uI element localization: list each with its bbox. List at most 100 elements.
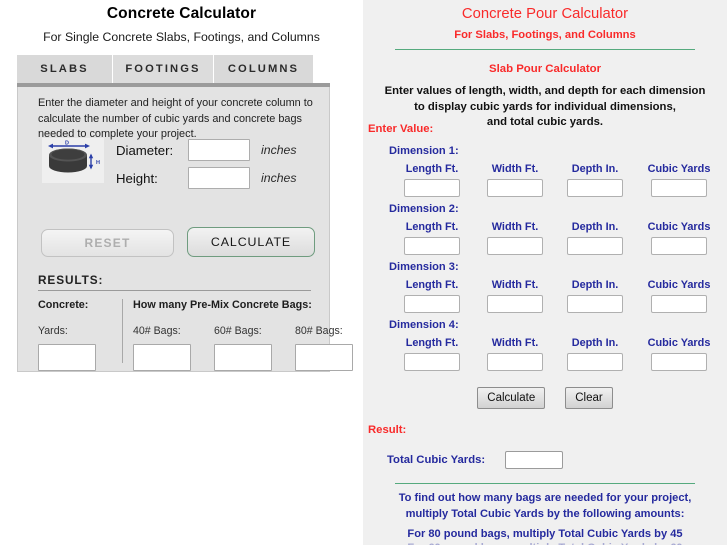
width-header-3: Width Ft. bbox=[491, 279, 539, 291]
height-unit: inches bbox=[261, 171, 297, 185]
dimension-3-block: Dimension 3: Length Ft. Width Ft. Depth … bbox=[363, 261, 727, 314]
footer-instructions: To find out how many bags are needed for… bbox=[363, 491, 727, 522]
dim1-depth-input[interactable] bbox=[567, 179, 623, 197]
dim4-length-input[interactable] bbox=[404, 353, 460, 371]
dim2-cubicyards-output[interactable] bbox=[651, 237, 707, 255]
dim3-cubicyards-output[interactable] bbox=[651, 295, 707, 313]
reset-button[interactable]: RESET bbox=[41, 229, 174, 257]
header-divider bbox=[395, 49, 695, 50]
bags-heading: How many Pre-Mix Concrete Bags: bbox=[133, 299, 312, 311]
yards-output[interactable] bbox=[38, 344, 96, 371]
dimension-1-inputs bbox=[363, 179, 727, 198]
enter-value-label: Enter Value: bbox=[368, 123, 434, 135]
dimension-4-headers: Length Ft. Width Ft. Depth In. Cubic Yar… bbox=[363, 337, 727, 349]
result-label: Result: bbox=[368, 424, 407, 436]
tab-bar: SLABS FOOTINGS COLUMNS bbox=[17, 55, 330, 83]
results-heading: RESULTS: bbox=[38, 273, 104, 287]
total-cubic-yards-output[interactable] bbox=[505, 451, 564, 469]
bag80-output[interactable] bbox=[295, 344, 353, 371]
footer-80lb-line: For 80 pound bags, multiply Total Cubic … bbox=[407, 528, 683, 540]
dim2-length-input[interactable] bbox=[404, 237, 460, 255]
cubic-yards-header-2: Cubic Yards bbox=[647, 221, 711, 233]
depth-header-3: Depth In. bbox=[571, 279, 619, 291]
dimension-4-block: Dimension 4: Length Ft. Width Ft. Depth … bbox=[363, 319, 727, 372]
pour-calculator-subtitle: For Slabs, Footings, and Columns bbox=[454, 29, 636, 41]
height-field-row: Height: inches bbox=[116, 167, 297, 189]
dimension-3-inputs bbox=[363, 295, 727, 314]
dimension-2-block: Dimension 2: Length Ft. Width Ft. Depth … bbox=[363, 203, 727, 256]
pour-clear-button[interactable]: Clear bbox=[565, 387, 613, 409]
width-header-4: Width Ft. bbox=[491, 337, 539, 349]
dim1-cubicyards-output[interactable] bbox=[651, 179, 707, 197]
depth-header-1: Depth In. bbox=[571, 163, 619, 175]
total-cubic-yards-row: Total Cubic Yards: bbox=[387, 451, 564, 469]
length-header-2: Length Ft. bbox=[405, 221, 459, 233]
depth-header-4: Depth In. bbox=[571, 337, 619, 349]
results-divider bbox=[38, 290, 311, 291]
height-input[interactable] bbox=[188, 167, 250, 189]
bag80-label: 80# Bags: bbox=[295, 325, 343, 337]
bag60-label: 60# Bags: bbox=[214, 325, 262, 337]
bag60-output[interactable] bbox=[214, 344, 272, 371]
cubic-yards-header-3: Cubic Yards bbox=[647, 279, 711, 291]
footer-line-2: multiply Total Cubic Yards by the follow… bbox=[405, 507, 685, 520]
width-header-2: Width Ft. bbox=[491, 221, 539, 233]
diameter-unit: inches bbox=[261, 143, 297, 157]
page-subtitle: For Single Concrete Slabs, Footings, and… bbox=[43, 30, 320, 44]
bags-labels-row: 40# Bags: 60# Bags: 80# Bags: bbox=[133, 325, 353, 337]
dim1-width-input[interactable] bbox=[487, 179, 543, 197]
dimension-1-label: Dimension 1: bbox=[389, 145, 459, 157]
dimension-2-inputs bbox=[363, 237, 727, 256]
instruction-line-1: Enter values of length, width, and depth… bbox=[384, 85, 706, 97]
footer-divider bbox=[395, 483, 695, 484]
diameter-field-row: Diameter: inches bbox=[116, 139, 297, 161]
dim3-depth-input[interactable] bbox=[567, 295, 623, 313]
length-header-1: Length Ft. bbox=[405, 163, 459, 175]
diameter-label: Diameter: bbox=[116, 142, 174, 158]
bag40-output[interactable] bbox=[133, 344, 191, 371]
calculate-button[interactable]: CALCULATE bbox=[187, 227, 315, 257]
tab-slabs[interactable]: SLABS bbox=[17, 55, 113, 83]
dimension-4-inputs bbox=[363, 353, 727, 372]
dim1-length-input[interactable] bbox=[404, 179, 460, 197]
svg-text:H: H bbox=[96, 160, 100, 166]
tab-columns[interactable]: COLUMNS bbox=[214, 55, 313, 83]
concrete-label: Concrete: bbox=[38, 299, 89, 311]
page-title: Concrete Calculator bbox=[106, 5, 257, 22]
diameter-input[interactable] bbox=[188, 139, 250, 161]
dim2-depth-input[interactable] bbox=[567, 237, 623, 255]
depth-header-2: Depth In. bbox=[571, 221, 619, 233]
dim4-cubicyards-output[interactable] bbox=[651, 353, 707, 371]
total-cubic-yards-label: Total Cubic Yards: bbox=[387, 454, 486, 466]
instructions-text: Enter the diameter and height of your co… bbox=[38, 97, 313, 140]
dimension-3-headers: Length Ft. Width Ft. Depth In. Cubic Yar… bbox=[363, 279, 727, 291]
bags-inputs-row bbox=[133, 344, 353, 371]
dim4-depth-input[interactable] bbox=[567, 353, 623, 371]
concrete-result-column: Concrete: Yards: bbox=[38, 299, 96, 371]
results-vertical-divider bbox=[122, 299, 123, 363]
width-header-1: Width Ft. bbox=[491, 163, 539, 175]
column-diagram: D H bbox=[42, 138, 104, 183]
length-header-3: Length Ft. bbox=[405, 279, 459, 291]
dimension-1-block: Dimension 1: Length Ft. Width Ft. Depth … bbox=[363, 145, 727, 198]
cubic-yards-header-1: Cubic Yards bbox=[647, 163, 711, 175]
length-header-4: Length Ft. bbox=[405, 337, 459, 349]
instruction-line-2: to display cubic yards for individual di… bbox=[414, 100, 676, 113]
dim3-width-input[interactable] bbox=[487, 295, 543, 313]
bag40-label: 40# Bags: bbox=[133, 325, 181, 337]
dim4-width-input[interactable] bbox=[487, 353, 543, 371]
dimension-2-headers: Length Ft. Width Ft. Depth In. Cubic Yar… bbox=[363, 221, 727, 233]
pour-calculator-title: Concrete Pour Calculator bbox=[461, 6, 629, 22]
dimension-2-label: Dimension 2: bbox=[389, 203, 459, 215]
dim2-width-input[interactable] bbox=[487, 237, 543, 255]
cylinder-icon: D H bbox=[42, 138, 104, 183]
pour-calculate-button[interactable]: Calculate bbox=[477, 387, 546, 409]
right-calculator-panel: Concrete Pour Calculator For Slabs, Foot… bbox=[363, 0, 727, 545]
pour-button-row: Calculate Clear bbox=[363, 387, 727, 409]
dimension-4-label: Dimension 4: bbox=[389, 319, 459, 331]
dim3-length-input[interactable] bbox=[404, 295, 460, 313]
tab-footings[interactable]: FOOTINGS bbox=[113, 55, 214, 83]
height-label: Height: bbox=[116, 170, 158, 186]
calculator-body: Enter the diameter and height of your co… bbox=[17, 87, 353, 372]
cubic-yards-header-4: Cubic Yards bbox=[647, 337, 711, 349]
